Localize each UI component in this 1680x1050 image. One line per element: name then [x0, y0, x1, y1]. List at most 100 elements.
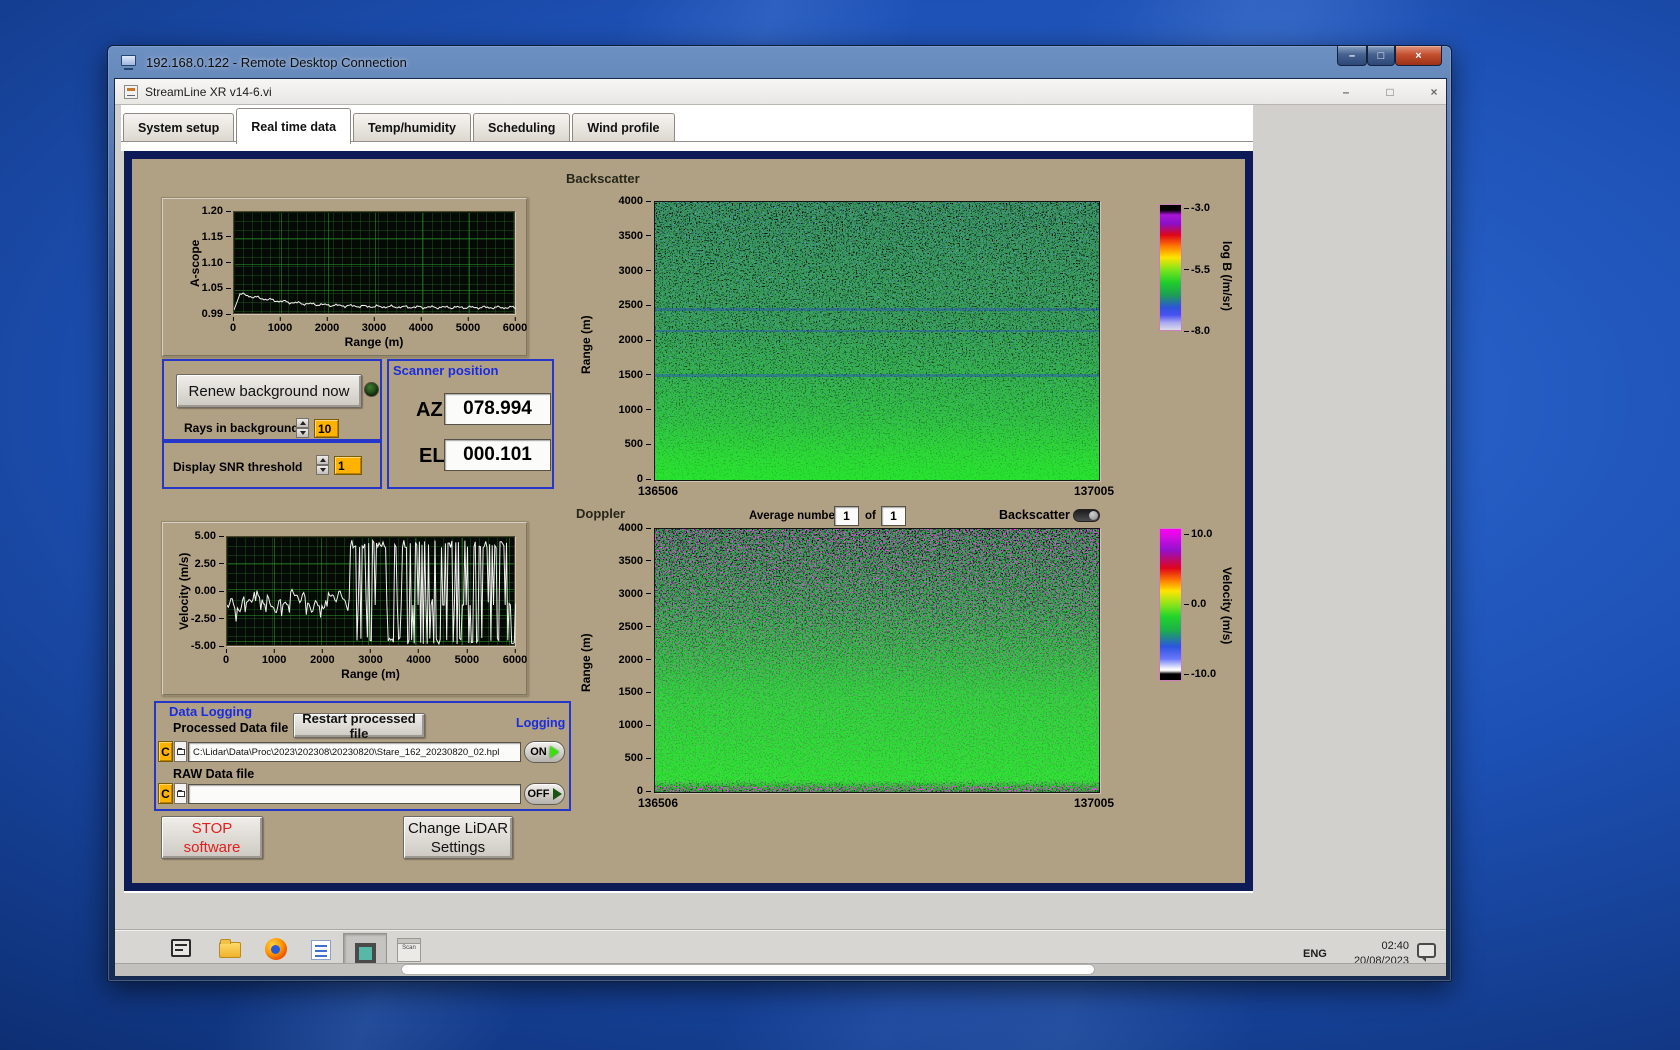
- processed-drive-button[interactable]: C: [158, 741, 173, 762]
- doppler-colorbar: [1159, 528, 1182, 681]
- doppler-x-start: 136506: [637, 796, 679, 810]
- stop-software-button[interactable]: STOP software: [161, 816, 263, 859]
- rays-in-background-label: Rays in background: [184, 421, 299, 435]
- doppler-heatmap: [654, 528, 1100, 793]
- notification-chat-icon[interactable]: [1417, 943, 1436, 962]
- processed-browse-button[interactable]: [174, 741, 187, 762]
- off-led-icon: [552, 788, 562, 800]
- restart-processed-file-button[interactable]: Restart processed file: [293, 711, 425, 741]
- notepad-icon[interactable]: [311, 939, 331, 960]
- streamline-app-icon: [355, 943, 376, 964]
- lv-close-button[interactable]: ×: [1425, 83, 1443, 101]
- snr-value-field[interactable]: 1: [334, 456, 362, 475]
- doppler-x-end: 137005: [1073, 796, 1115, 810]
- backscatter-x-labels: 136506 137005: [638, 484, 1114, 500]
- doppler-title: Doppler: [576, 506, 626, 521]
- velocity-x-axis-label: Range (m): [341, 667, 400, 681]
- task-view-icon[interactable]: [171, 939, 191, 957]
- lv-restore-button[interactable]: □: [1381, 83, 1399, 101]
- tab-scheduling[interactable]: Scheduling: [473, 113, 571, 141]
- change-lidar-settings-button[interactable]: Change LiDAR Settings: [403, 816, 513, 859]
- raw-path-field[interactable]: [188, 784, 521, 804]
- backscatter-colorbar: [1159, 204, 1182, 331]
- doppler-y-axis-label: Range (m): [579, 633, 593, 693]
- remote-session: StreamLine XR v14-6.vi – □ × System setu…: [114, 78, 1447, 977]
- doppler-y-ticks: 4000 3500 3000 2500 2000 1500 1000 500 0: [604, 522, 651, 797]
- snr-spinner[interactable]: [316, 455, 329, 475]
- snr-threshold-label: Display SNR threshold: [173, 460, 303, 474]
- velocity-y-ticks: 5.00 2.50 0.00 -2.50 -5.00: [176, 530, 224, 652]
- backscatter-toggle-switch[interactable]: [1073, 509, 1100, 522]
- front-panel-frame: A-scope 1.20 1.15 1.10 1.05 0.99 0 1000 2000 30…: [124, 151, 1253, 891]
- rdp-caption-buttons: – □ ×: [1337, 46, 1442, 66]
- off-label: OFF: [527, 788, 550, 800]
- rays-value-field[interactable]: 10: [314, 419, 339, 438]
- lv-minimize-button[interactable]: –: [1337, 83, 1355, 101]
- ascope-x-ticks: 0 1000 2000 3000 4000 5000 6000: [230, 317, 527, 334]
- desktop: 192.168.0.122 - Remote Desktop Connectio…: [0, 0, 1680, 1050]
- change-line1: Change LiDAR: [407, 819, 509, 837]
- ascope-plot: [233, 211, 516, 314]
- rdp-window-title: 192.168.0.122 - Remote Desktop Connectio…: [146, 55, 407, 70]
- close-button[interactable]: ×: [1395, 46, 1442, 66]
- backscatter-title: Backscatter: [566, 171, 640, 186]
- of-label: of: [865, 510, 876, 522]
- tab-system-setup[interactable]: System setup: [123, 113, 235, 141]
- backscatter-colorbar-label: log B (/m/sr): [1220, 240, 1234, 311]
- processed-logging-on-button[interactable]: ON: [524, 741, 565, 763]
- raw-drive-button[interactable]: C: [158, 783, 173, 804]
- front-panel: A-scope 1.20 1.15 1.10 1.05 0.99 0 1000 2000 30…: [132, 159, 1245, 883]
- tab-wind-profile[interactable]: Wind profile: [572, 113, 675, 141]
- ascope-y-ticks: 1.20 1.15 1.10 1.05 0.99: [184, 205, 231, 320]
- backscatter-heatmap: [654, 201, 1100, 481]
- renew-background-button[interactable]: Renew background now: [176, 374, 362, 408]
- processed-path-field[interactable]: C:\Lidar\Data\Proc\2023\202308\20230820\…: [188, 742, 521, 762]
- velocity-x-ticks: 0 1000 2000 3000 4000 5000 6000: [223, 649, 527, 666]
- average-total-field[interactable]: 1: [881, 506, 906, 526]
- labview-window-title: StreamLine XR v14-6.vi: [145, 84, 272, 99]
- change-line2: Settings: [430, 838, 486, 856]
- doppler-x-labels: 136506 137005: [638, 796, 1114, 812]
- el-value-field[interactable]: 000.101: [444, 439, 551, 471]
- average-number-field[interactable]: 1: [834, 506, 859, 526]
- doppler-colorbar-label: Velocity (m/s): [1220, 567, 1234, 645]
- tab-real-time-data[interactable]: Real time data: [236, 108, 352, 144]
- labview-vi-icon: [124, 84, 138, 99]
- ascope-x-axis-label: Range (m): [344, 335, 404, 349]
- backscatter-y-ticks: 4000 3500 3000 2500 2000 1500 1000 500 0: [604, 195, 651, 485]
- raw-data-file-label: RAW Data file: [173, 767, 255, 781]
- stop-line2: software: [183, 838, 241, 856]
- horizontal-scrollbar-thumb[interactable]: [401, 964, 1095, 975]
- scanner-position-title: Scanner position: [393, 363, 499, 378]
- az-value-field[interactable]: 078.994: [444, 393, 551, 425]
- az-label: AZ: [416, 399, 443, 421]
- firefox-icon[interactable]: [265, 938, 287, 960]
- backscatter-y-axis-label: Range (m): [579, 315, 593, 375]
- backscatter-x-start: 136506: [637, 484, 679, 498]
- raw-logging-off-button[interactable]: OFF: [524, 783, 565, 805]
- tab-strip: System setup Real time data Temp/humidity S…: [123, 108, 677, 144]
- tab-temp-humidity[interactable]: Temp/humidity: [353, 113, 472, 141]
- rays-spinner[interactable]: [296, 418, 309, 438]
- el-label: EL: [419, 445, 445, 467]
- background-led-indicator: [364, 382, 379, 397]
- backscatter-heatmap-image: [655, 202, 1099, 480]
- rdp-window: 192.168.0.122 - Remote Desktop Connectio…: [107, 45, 1452, 982]
- processed-data-file-label: Processed Data file: [173, 721, 289, 735]
- remote-desktop-icon: [121, 55, 138, 70]
- minimize-button[interactable]: –: [1337, 46, 1367, 66]
- file-explorer-icon[interactable]: [219, 939, 241, 958]
- labview-titlebar[interactable]: StreamLine XR v14-6.vi: [115, 79, 1446, 105]
- backscatter-x-end: 137005: [1073, 484, 1115, 498]
- scan-app-label: Scan: [402, 945, 416, 951]
- doppler-heatmap-image: [655, 529, 1099, 792]
- raw-browse-button[interactable]: [174, 783, 187, 804]
- scan-app-icon[interactable]: Scan: [397, 938, 421, 962]
- velocity-plot: [226, 536, 516, 646]
- on-led-icon: [549, 746, 559, 758]
- on-label: ON: [530, 746, 547, 758]
- rdp-titlebar[interactable]: 192.168.0.122 - Remote Desktop Connectio…: [108, 46, 1451, 79]
- clock-time: 02:40: [1381, 939, 1409, 952]
- stop-line1: STOP: [191, 819, 233, 837]
- maximize-button[interactable]: □: [1367, 46, 1395, 66]
